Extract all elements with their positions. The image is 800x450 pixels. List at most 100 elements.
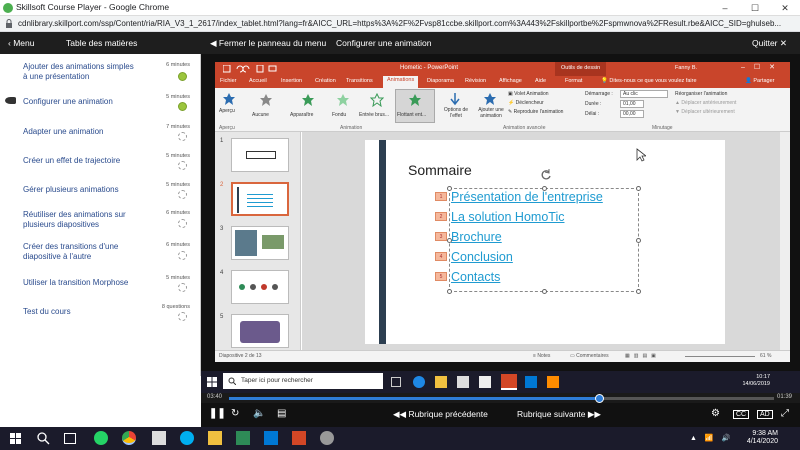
- tab-creation[interactable]: Création: [315, 78, 336, 84]
- bullet-link[interactable]: Conclusion: [451, 250, 513, 264]
- close-menu-panel-button[interactable]: ◀ Fermer le panneau du menu: [210, 38, 326, 49]
- toc-item[interactable]: Ajouter des animations simples à une pré…: [0, 62, 200, 90]
- slide-thumbnail[interactable]: [231, 314, 289, 348]
- animation-painter-button[interactable]: ✎ Reproduire l'animation: [508, 109, 563, 115]
- outlook-icon[interactable]: [525, 376, 537, 388]
- minimize-icon[interactable]: –: [710, 0, 740, 16]
- powerpoint-taskbar-icon[interactable]: [501, 374, 517, 390]
- editor-scrollbar[interactable]: [780, 132, 790, 350]
- trigger-button[interactable]: ⚡ Déclencheur: [508, 100, 544, 106]
- app-icon[interactable]: [236, 431, 250, 445]
- effect-flottant-entrant-selected[interactable]: Flottant ent...: [395, 89, 435, 123]
- maximize-icon[interactable]: ☐: [740, 0, 770, 16]
- taskbar-search-box[interactable]: Taper ici pour rechercher: [223, 373, 383, 389]
- slide-thumbnail[interactable]: [231, 226, 289, 260]
- add-animation-button[interactable]: Ajouter une animation: [475, 90, 505, 122]
- whatsapp-icon[interactable]: [94, 431, 108, 445]
- tell-me-search[interactable]: 💡 Dites-nous ce que vous voulez faire: [601, 78, 697, 84]
- start-select[interactable]: Au clic: [620, 90, 668, 98]
- slide-thumbnail[interactable]: [231, 138, 289, 172]
- store-icon[interactable]: [457, 376, 469, 388]
- delay-spinner[interactable]: 00,00: [620, 110, 644, 118]
- next-topic-button[interactable]: Rubrique suivante ▶▶: [517, 409, 601, 420]
- duration-spinner[interactable]: 01,00: [620, 100, 644, 108]
- skype-icon[interactable]: [180, 431, 194, 445]
- task-view-icon[interactable]: [391, 377, 401, 387]
- mail-icon[interactable]: [479, 376, 491, 388]
- toc-item[interactable]: Créer des transitions d'une diapositive …: [0, 242, 200, 270]
- effect-entree-brusque[interactable]: Entrée brus...: [357, 90, 397, 122]
- replay-icon[interactable]: ↻: [231, 408, 239, 419]
- toc-item[interactable]: Utiliser la transition Morphose 5 minute…: [0, 275, 200, 303]
- file-explorer-icon[interactable]: [435, 376, 447, 388]
- tab-transitions[interactable]: Transitions: [346, 78, 373, 84]
- powerpoint-icon[interactable]: [292, 431, 306, 445]
- effect-apparaitre[interactable]: Apparaître: [288, 90, 328, 122]
- pause-icon[interactable]: ❚❚: [209, 408, 226, 419]
- settings-gear-icon[interactable]: ⚙: [711, 408, 720, 419]
- animation-order-badge[interactable]: 4: [435, 252, 447, 261]
- address-bar[interactable]: cdnlibrary.skillport.com/ssp/Content/ria…: [0, 16, 800, 32]
- toc-item[interactable]: Réutiliser des animations sur plusieurs …: [0, 210, 200, 238]
- audio-description-icon[interactable]: AD: [757, 410, 773, 419]
- effect-none[interactable]: Aucune: [246, 90, 286, 122]
- closed-caption-icon[interactable]: CC: [733, 410, 750, 419]
- windows-start-icon[interactable]: [10, 433, 24, 447]
- share-button[interactable]: 👤 Partager: [745, 78, 775, 84]
- system-tray-icons[interactable]: ▲ 📶 🔊: [690, 434, 733, 442]
- toc-item-current[interactable]: Configurer une animation 5 minutes: [0, 94, 200, 122]
- quick-access-toolbar-icon[interactable]: [223, 65, 283, 73]
- close-window-icon[interactable]: ✕: [770, 0, 800, 16]
- bullet-link[interactable]: La solution HomoTic: [451, 210, 564, 224]
- slide-canvas[interactable]: Sommaire 1 Présentation de l'entreprise …: [365, 140, 725, 344]
- transcript-icon[interactable]: ▤: [277, 408, 286, 419]
- bullet-link[interactable]: Présentation de l'entreprise: [451, 190, 603, 204]
- resize-handle[interactable]: [636, 186, 641, 191]
- bullet-link[interactable]: Brochure: [451, 230, 502, 244]
- animation-order-badge[interactable]: 3: [435, 232, 447, 241]
- ppt-window-controls-icon[interactable]: –☐✕: [741, 63, 784, 71]
- animation-order-badge[interactable]: 2: [435, 212, 447, 221]
- resize-handle[interactable]: [636, 238, 641, 243]
- view-buttons-icon[interactable]: ▦▥▤▣: [625, 353, 660, 359]
- search-icon[interactable]: [36, 431, 50, 445]
- quit-button[interactable]: Quitter ✕: [752, 38, 787, 49]
- zoom-slider[interactable]: [685, 356, 755, 357]
- tab-animations[interactable]: Animations: [383, 76, 419, 88]
- tab-affichage[interactable]: Affichage: [499, 78, 522, 84]
- edge-icon[interactable]: [413, 376, 425, 388]
- resize-handle[interactable]: [542, 289, 547, 294]
- windows-start-icon[interactable]: [207, 377, 217, 387]
- app-icon[interactable]: [547, 376, 559, 388]
- previous-topic-button[interactable]: ◀◀ Rubrique précédente: [393, 409, 488, 420]
- menu-button[interactable]: ‹ Menu: [8, 38, 34, 48]
- slide-thumbnail[interactable]: [231, 270, 289, 304]
- bullet-link[interactable]: Contacts: [451, 270, 500, 284]
- tab-diaporama[interactable]: Diaporama: [427, 78, 454, 84]
- chrome-icon[interactable]: [122, 431, 136, 445]
- preview-button[interactable]: Aperçu: [219, 90, 239, 122]
- tab-aide[interactable]: Aide: [535, 78, 546, 84]
- fullscreen-icon[interactable]: ⤢: [781, 408, 789, 419]
- toc-item[interactable]: Créer un effet de trajectoire 5 minutes: [0, 153, 200, 181]
- animation-order-badge[interactable]: 5: [435, 272, 447, 281]
- tab-insertion[interactable]: Insertion: [281, 78, 302, 84]
- resize-handle[interactable]: [636, 289, 641, 294]
- tab-revision[interactable]: Révision: [465, 78, 486, 84]
- calculator-icon[interactable]: [152, 431, 166, 445]
- tab-accueil[interactable]: Accueil: [249, 78, 267, 84]
- move-earlier-button[interactable]: ▲ Déplacer antérieurement: [675, 100, 736, 106]
- animation-order-badge[interactable]: 1: [435, 192, 447, 201]
- resize-handle[interactable]: [447, 289, 452, 294]
- url-text[interactable]: cdnlibrary.skillport.com/ssp/Content/ria…: [18, 19, 781, 28]
- progress-track[interactable]: [229, 394, 774, 403]
- toc-item[interactable]: Gérer plusieurs animations 5 minutes: [0, 182, 200, 210]
- slide-title[interactable]: Sommaire: [408, 162, 472, 178]
- comments-button[interactable]: ▭ Commentaires: [570, 353, 609, 359]
- volume-icon[interactable]: 🔈: [253, 408, 265, 419]
- slide-thumbnail-selected[interactable]: [231, 182, 289, 216]
- task-view-icon[interactable]: [64, 433, 76, 444]
- file-explorer-icon[interactable]: [208, 431, 222, 445]
- animation-pane-button[interactable]: ▣ Volet Animation: [508, 91, 549, 97]
- tab-format[interactable]: Format: [565, 78, 582, 84]
